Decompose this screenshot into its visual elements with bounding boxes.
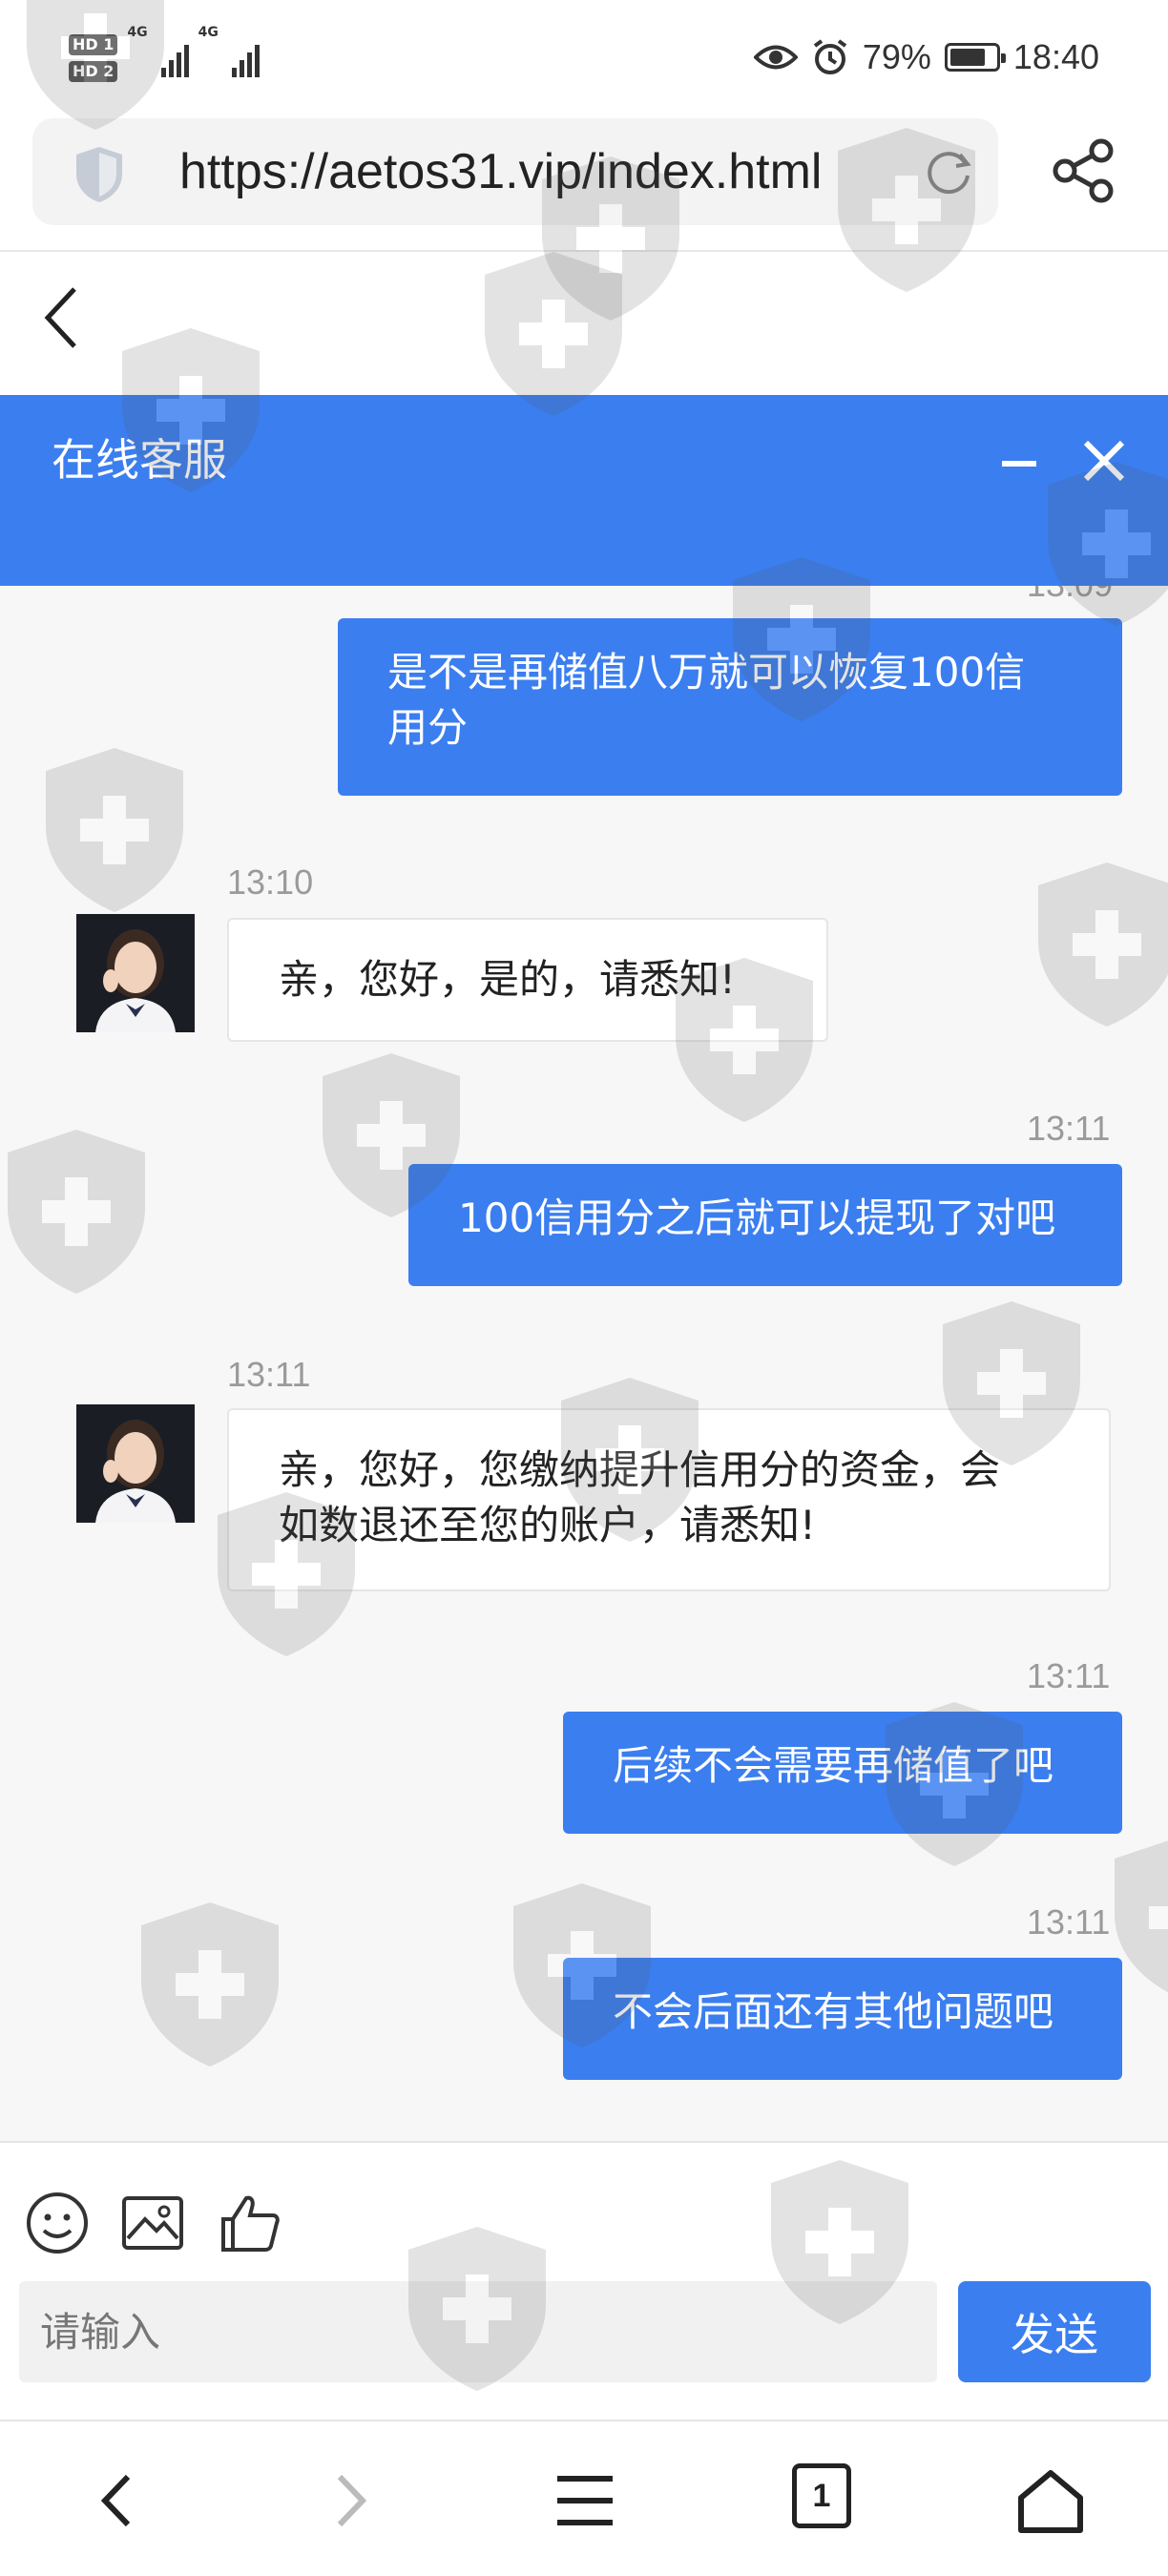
message-timestamp: 13:11 (1027, 1109, 1111, 1148)
chat-title: 在线客服 (52, 434, 227, 486)
message-text: 是不是再储值八万就可以恢复100信 (387, 649, 1026, 696)
message-timestamp: 13:10 (227, 862, 314, 902)
minimize-icon[interactable] (998, 443, 1040, 485)
alarm-icon (813, 39, 847, 74)
message-text: 不会后面还有其他问题吧 (613, 1988, 1054, 2035)
message-text: 用分 (387, 704, 469, 751)
image-icon[interactable] (120, 2191, 185, 2255)
nav-back-icon[interactable] (82, 2465, 153, 2536)
home-icon[interactable] (1015, 2465, 1086, 2536)
divider (0, 250, 1168, 252)
tab-switcher[interactable]: 1 (792, 2463, 851, 2528)
outgoing-message: 是不是再储值八万就可以恢复100信 用分 (338, 618, 1122, 796)
battery-percent: 79% (862, 37, 931, 76)
message-timestamp: 13:09 (1027, 586, 1113, 605)
battery-icon (944, 43, 1006, 72)
address-bar[interactable]: https://aetos31.vip/index.html (32, 118, 998, 225)
thumbs-up-icon[interactable] (218, 2191, 282, 2255)
send-button[interactable]: 发送 (958, 2281, 1151, 2382)
composer: 发送 (0, 2141, 1168, 2418)
message-timestamp: 13:11 (227, 1355, 311, 1394)
incoming-message: 亲，您好，您缴纳提升信用分的资金，会 如数退还至您的账户，请悉知! (227, 1408, 1111, 1591)
avatar (76, 1404, 195, 1523)
url-text[interactable]: https://aetos31.vip/index.html (179, 143, 823, 200)
sim1-label: HD 1 (69, 34, 118, 55)
system-indicators: 79% 18:40 (753, 29, 1099, 86)
message-text: 100信用分之后就可以提现了对吧 (458, 1195, 1056, 1241)
chat-header: 在线客服 (0, 395, 1168, 586)
network1-label: 4G (127, 25, 148, 40)
avatar (76, 914, 195, 1032)
message-text: 亲，您好，您缴纳提升信用分的资金，会 (279, 1446, 1001, 1493)
signal-icon (231, 39, 260, 77)
message-timestamp: 13:11 (1027, 1902, 1111, 1942)
chat-messages[interactable]: 13:09 是不是再储值八万就可以恢复100信 用分 13:10 亲，您好，是的… (0, 586, 1168, 2141)
menu-icon[interactable] (550, 2465, 620, 2536)
message-timestamp: 13:11 (1027, 1656, 1111, 1695)
incoming-message: 亲，您好，是的，请悉知! (227, 918, 828, 1042)
signal-icon (160, 39, 189, 77)
outgoing-message: 100信用分之后就可以提现了对吧 (408, 1164, 1122, 1286)
message-text: 如数退还至您的账户，请悉知! (279, 1502, 816, 1548)
shield-icon[interactable] (73, 145, 126, 204)
agent-avatar-image (76, 914, 195, 1032)
back-arrow-icon[interactable] (34, 281, 92, 354)
outgoing-message: 后续不会需要再储值了吧 (563, 1712, 1122, 1834)
network-indicators: HD 1 HD 2 4G 4G (69, 25, 260, 92)
agent-avatar-image (76, 1404, 195, 1523)
clock: 18:40 (1012, 37, 1099, 76)
close-icon[interactable] (1080, 437, 1128, 485)
status-bar: HD 1 HD 2 4G 4G 79% 18:40 (0, 0, 1168, 114)
sim2-label: HD 2 (69, 61, 118, 82)
message-text: 亲，您好，是的，请悉知! (279, 956, 736, 1003)
outgoing-message: 不会后面还有其他问题吧 (563, 1958, 1122, 2080)
browser-nav-bar: 1 (0, 2420, 1168, 2576)
watermark-shield-icon (485, 252, 622, 416)
eye-icon (753, 45, 798, 70)
reload-icon[interactable] (922, 145, 975, 198)
battery-level (949, 49, 986, 66)
emoji-icon[interactable] (25, 2191, 90, 2255)
message-input[interactable] (19, 2281, 937, 2382)
nav-forward-icon[interactable] (315, 2465, 386, 2536)
network2-label: 4G (198, 25, 219, 40)
share-icon[interactable] (1050, 137, 1116, 204)
message-text: 后续不会需要再储值了吧 (613, 1742, 1054, 1789)
